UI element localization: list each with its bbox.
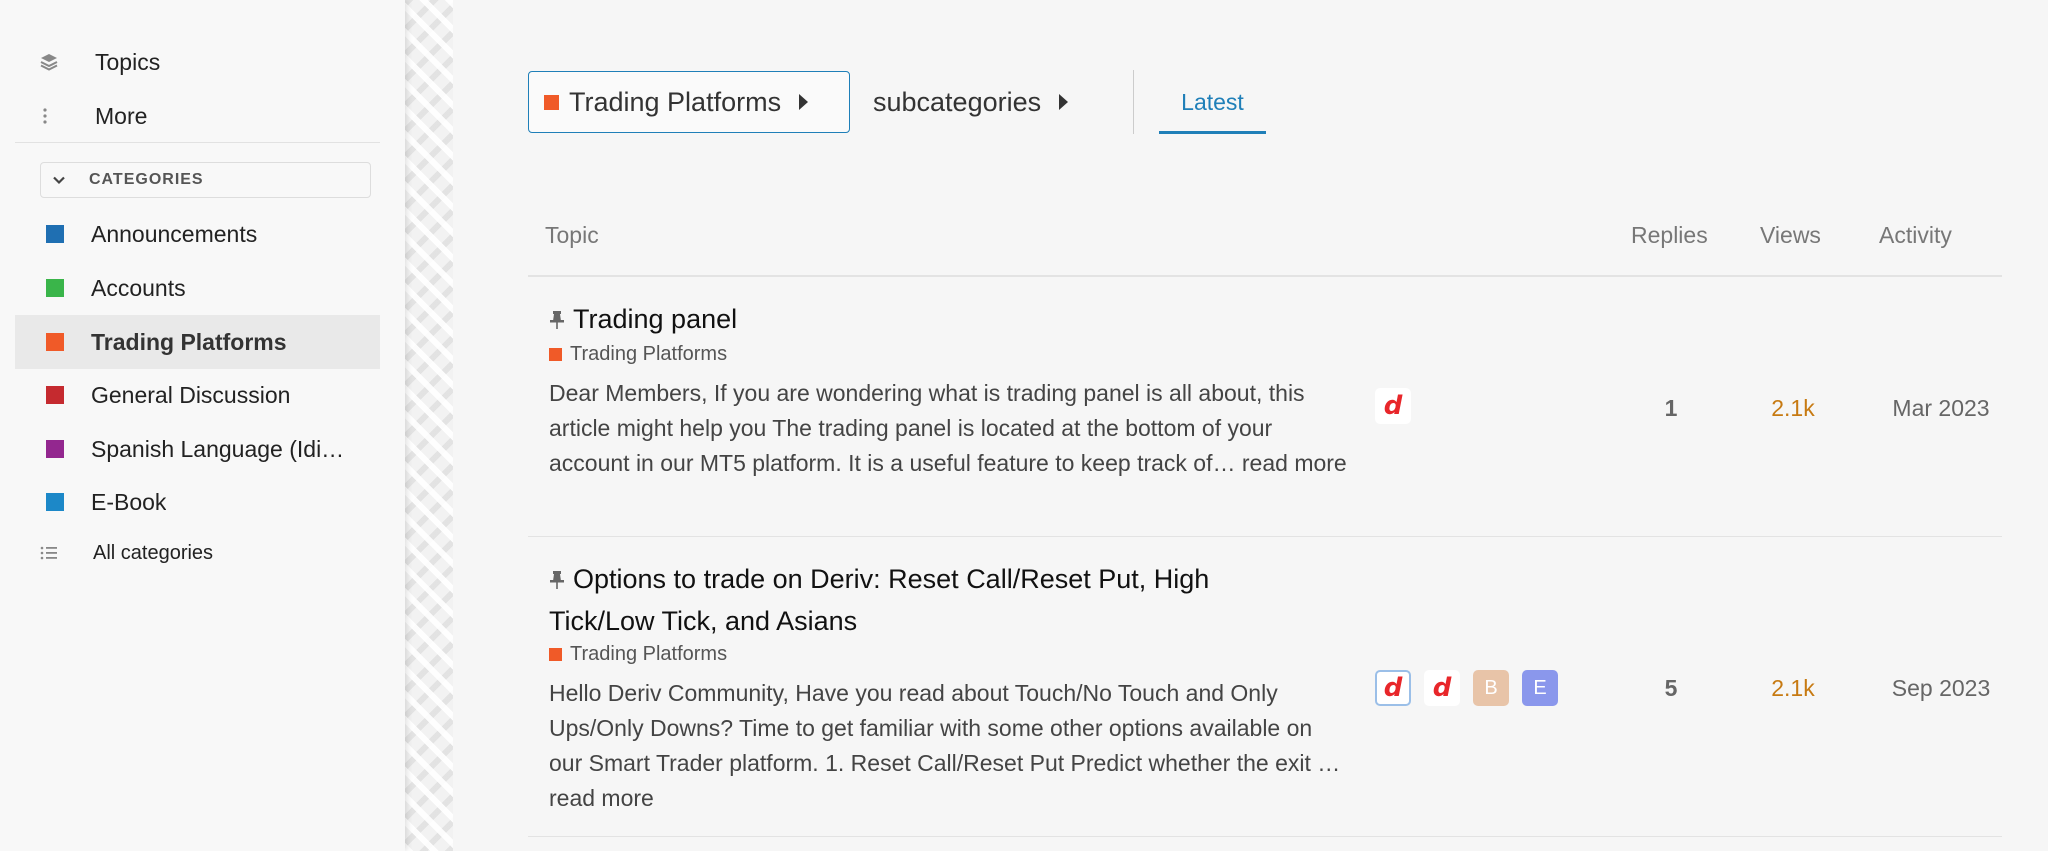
category-color-swatch [46, 279, 64, 297]
vertical-ellipsis-icon [40, 107, 80, 125]
category-color-swatch [46, 493, 64, 511]
category-breadcrumb-dropdown[interactable]: Trading Platforms [528, 71, 850, 133]
layers-icon [40, 53, 80, 71]
sidebar-item-label: Trading Platforms [91, 328, 287, 355]
sidebar-item-label: E-Book [91, 488, 167, 515]
topic-category-badge[interactable]: Trading Platforms [549, 343, 727, 366]
avatar[interactable]: E [1522, 670, 1558, 706]
topic-excerpt: Hello Deriv Community, Have you read abo… [549, 676, 1349, 816]
category-color-swatch [549, 648, 562, 661]
sidebar-item-announcements[interactable]: Announcements [15, 208, 380, 260]
sidebar-item-general-discussion[interactable]: General Discussion [15, 369, 380, 421]
category-color-swatch [46, 386, 64, 404]
avatar[interactable]: d [1375, 388, 1411, 424]
sidebar-item-spanish-language[interactable]: Spanish Language (Idi… [15, 423, 380, 475]
categories-toggle[interactable]: CATEGORIES [40, 162, 371, 198]
sidebar-item-label: General Discussion [91, 381, 291, 408]
subcategory-breadcrumb-dropdown[interactable]: subcategories [873, 71, 1069, 133]
sidebar-item-trading-platforms[interactable]: Trading Platforms [15, 315, 380, 369]
category-color-swatch [544, 94, 559, 110]
caret-right-icon [1059, 94, 1069, 110]
row-divider [528, 536, 2002, 537]
column-header-topic[interactable]: Topic [545, 222, 599, 249]
row-divider [528, 836, 2002, 837]
avatar[interactable]: d [1375, 670, 1411, 706]
category-color-swatch [46, 333, 64, 351]
main-content: Trading Platforms subcategories Latest T… [453, 0, 2048, 851]
category-color-swatch [549, 348, 562, 361]
sidebar-item-all-categories[interactable]: All categories [15, 527, 380, 579]
caret-right-icon [799, 94, 809, 110]
category-color-swatch [46, 225, 64, 243]
column-header-replies[interactable]: Replies [1631, 222, 1708, 249]
sidebar-divider [15, 142, 380, 143]
excerpt-text: Dear Members, If you are wondering what … [549, 380, 1305, 476]
topic-category-label: Trading Platforms [570, 343, 728, 365]
column-header-activity[interactable]: Activity [1879, 222, 1952, 249]
sidebar-item-label: Announcements [91, 220, 258, 247]
list-icon [40, 545, 80, 561]
activity-date[interactable]: Sep 2023 [1871, 675, 2011, 702]
read-more-link[interactable]: read more [1242, 450, 1347, 476]
topic-title-link[interactable]: Trading panel [573, 304, 737, 334]
decorative-pattern [405, 0, 453, 851]
sidebar-item-topics[interactable]: Topics [15, 36, 380, 88]
avatar[interactable]: d [1424, 670, 1460, 706]
category-color-swatch [46, 440, 64, 458]
views-count: 2.1k [1771, 395, 1815, 421]
sidebar-item-label: All categories [93, 541, 214, 564]
breadcrumb-subcategory-label: subcategories [873, 86, 1042, 117]
read-more-link[interactable]: read more [549, 785, 654, 811]
replies-count[interactable]: 5 [1641, 675, 1701, 702]
excerpt-text: Hello Deriv Community, Have you read abo… [549, 680, 1341, 776]
chevron-down-icon [51, 172, 73, 188]
sidebar-item-label: Accounts [91, 274, 186, 301]
activity-date[interactable]: Mar 2023 [1871, 395, 2011, 422]
sidebar-item-label: More [95, 102, 148, 129]
sidebar-item-label: Topics [95, 48, 161, 75]
column-header-views[interactable]: Views [1760, 222, 1821, 249]
avatar[interactable]: B [1473, 670, 1509, 706]
sidebar-item-e-book[interactable]: E-Book [15, 476, 380, 528]
sidebar-item-accounts[interactable]: Accounts [15, 262, 380, 314]
nav-divider [1133, 70, 1134, 134]
views-count: 2.1k [1771, 675, 1815, 701]
topic-title-link[interactable]: Options to trade on Deriv: Reset Call/Re… [549, 564, 1209, 636]
topic-category-badge[interactable]: Trading Platforms [549, 643, 727, 666]
poster-avatars: d [1375, 388, 1411, 424]
breadcrumb-category-label: Trading Platforms [569, 86, 782, 117]
topic-category-label: Trading Platforms [570, 643, 728, 665]
topic-excerpt: Dear Members, If you are wondering what … [549, 376, 1349, 481]
pin-icon [549, 301, 569, 341]
replies-count[interactable]: 1 [1641, 395, 1701, 422]
sidebar-item-more[interactable]: More [15, 90, 380, 142]
poster-avatars: d d B E [1375, 670, 1558, 706]
sidebar-item-label: Spanish Language (Idi… [91, 435, 345, 462]
tab-latest[interactable]: Latest [1159, 84, 1266, 134]
categories-header-label: CATEGORIES [89, 171, 204, 188]
sidebar: Topics More CATEGORIES Announcements Acc… [0, 0, 405, 851]
pin-icon [549, 561, 569, 601]
table-header-divider [528, 275, 2002, 277]
